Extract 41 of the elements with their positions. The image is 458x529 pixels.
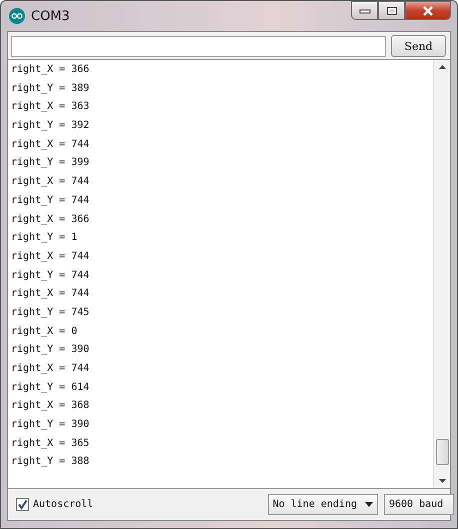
output-line: right_X = 368 (11, 399, 90, 414)
output-line: right_X = 0 (11, 324, 78, 339)
checkbox[interactable] (16, 498, 29, 511)
output-line: right_X = 744 (11, 287, 90, 302)
output-line: right_X = 366 (11, 63, 90, 77)
output-line: right_Y = 388 (11, 455, 90, 470)
output-line: right_Y = 1 (11, 231, 78, 246)
output-line: right_Y = 745 (11, 306, 90, 320)
output-line: right_X = 366 (11, 212, 90, 226)
minimize-button[interactable] (351, 1, 378, 20)
output-line: right_Y = 744 (11, 194, 90, 208)
caret-icon (365, 502, 373, 507)
autoscroll-label: Autoscroll (33, 499, 94, 510)
output-line: right_X = 363 (11, 100, 90, 114)
maximize-button[interactable] (378, 1, 405, 20)
output-line: right_X = 365 (11, 436, 90, 451)
output-line: right_X = 744 (11, 175, 90, 190)
output-line: right_Y = 744 (11, 268, 90, 283)
output-line: right_Y = 399 (11, 156, 90, 170)
scrollbar[interactable] (433, 60, 450, 488)
baud-dropdown[interactable]: 9600 baud (384, 494, 454, 515)
output-line: right_Y = 390 (11, 343, 90, 358)
scroll-up-icon (438, 65, 446, 69)
scroll-down-icon (438, 479, 446, 483)
window-title: COM3 (31, 8, 70, 24)
maximize-icon (386, 6, 398, 16)
output-line: right_Y = 390 (11, 418, 90, 432)
line-ending-dropdown[interactable]: No line ending (268, 494, 378, 515)
send-button[interactable]: Send (391, 35, 446, 57)
close-button[interactable] (405, 1, 451, 20)
infinity-logo-icon (9, 8, 25, 24)
scrollbar-thumb[interactable] (436, 439, 448, 465)
output-line: right_Y = 389 (11, 82, 90, 96)
output-line: right_X = 744 (11, 362, 90, 376)
output-line: right_X = 744 (11, 138, 90, 152)
output-line: right_X = 744 (11, 250, 90, 264)
output-line: right_Y = 614 (11, 380, 90, 395)
input-field[interactable] (11, 36, 386, 56)
close-icon (422, 6, 434, 16)
output-line: right_Y = 392 (11, 119, 90, 134)
minimize-icon (358, 8, 370, 14)
